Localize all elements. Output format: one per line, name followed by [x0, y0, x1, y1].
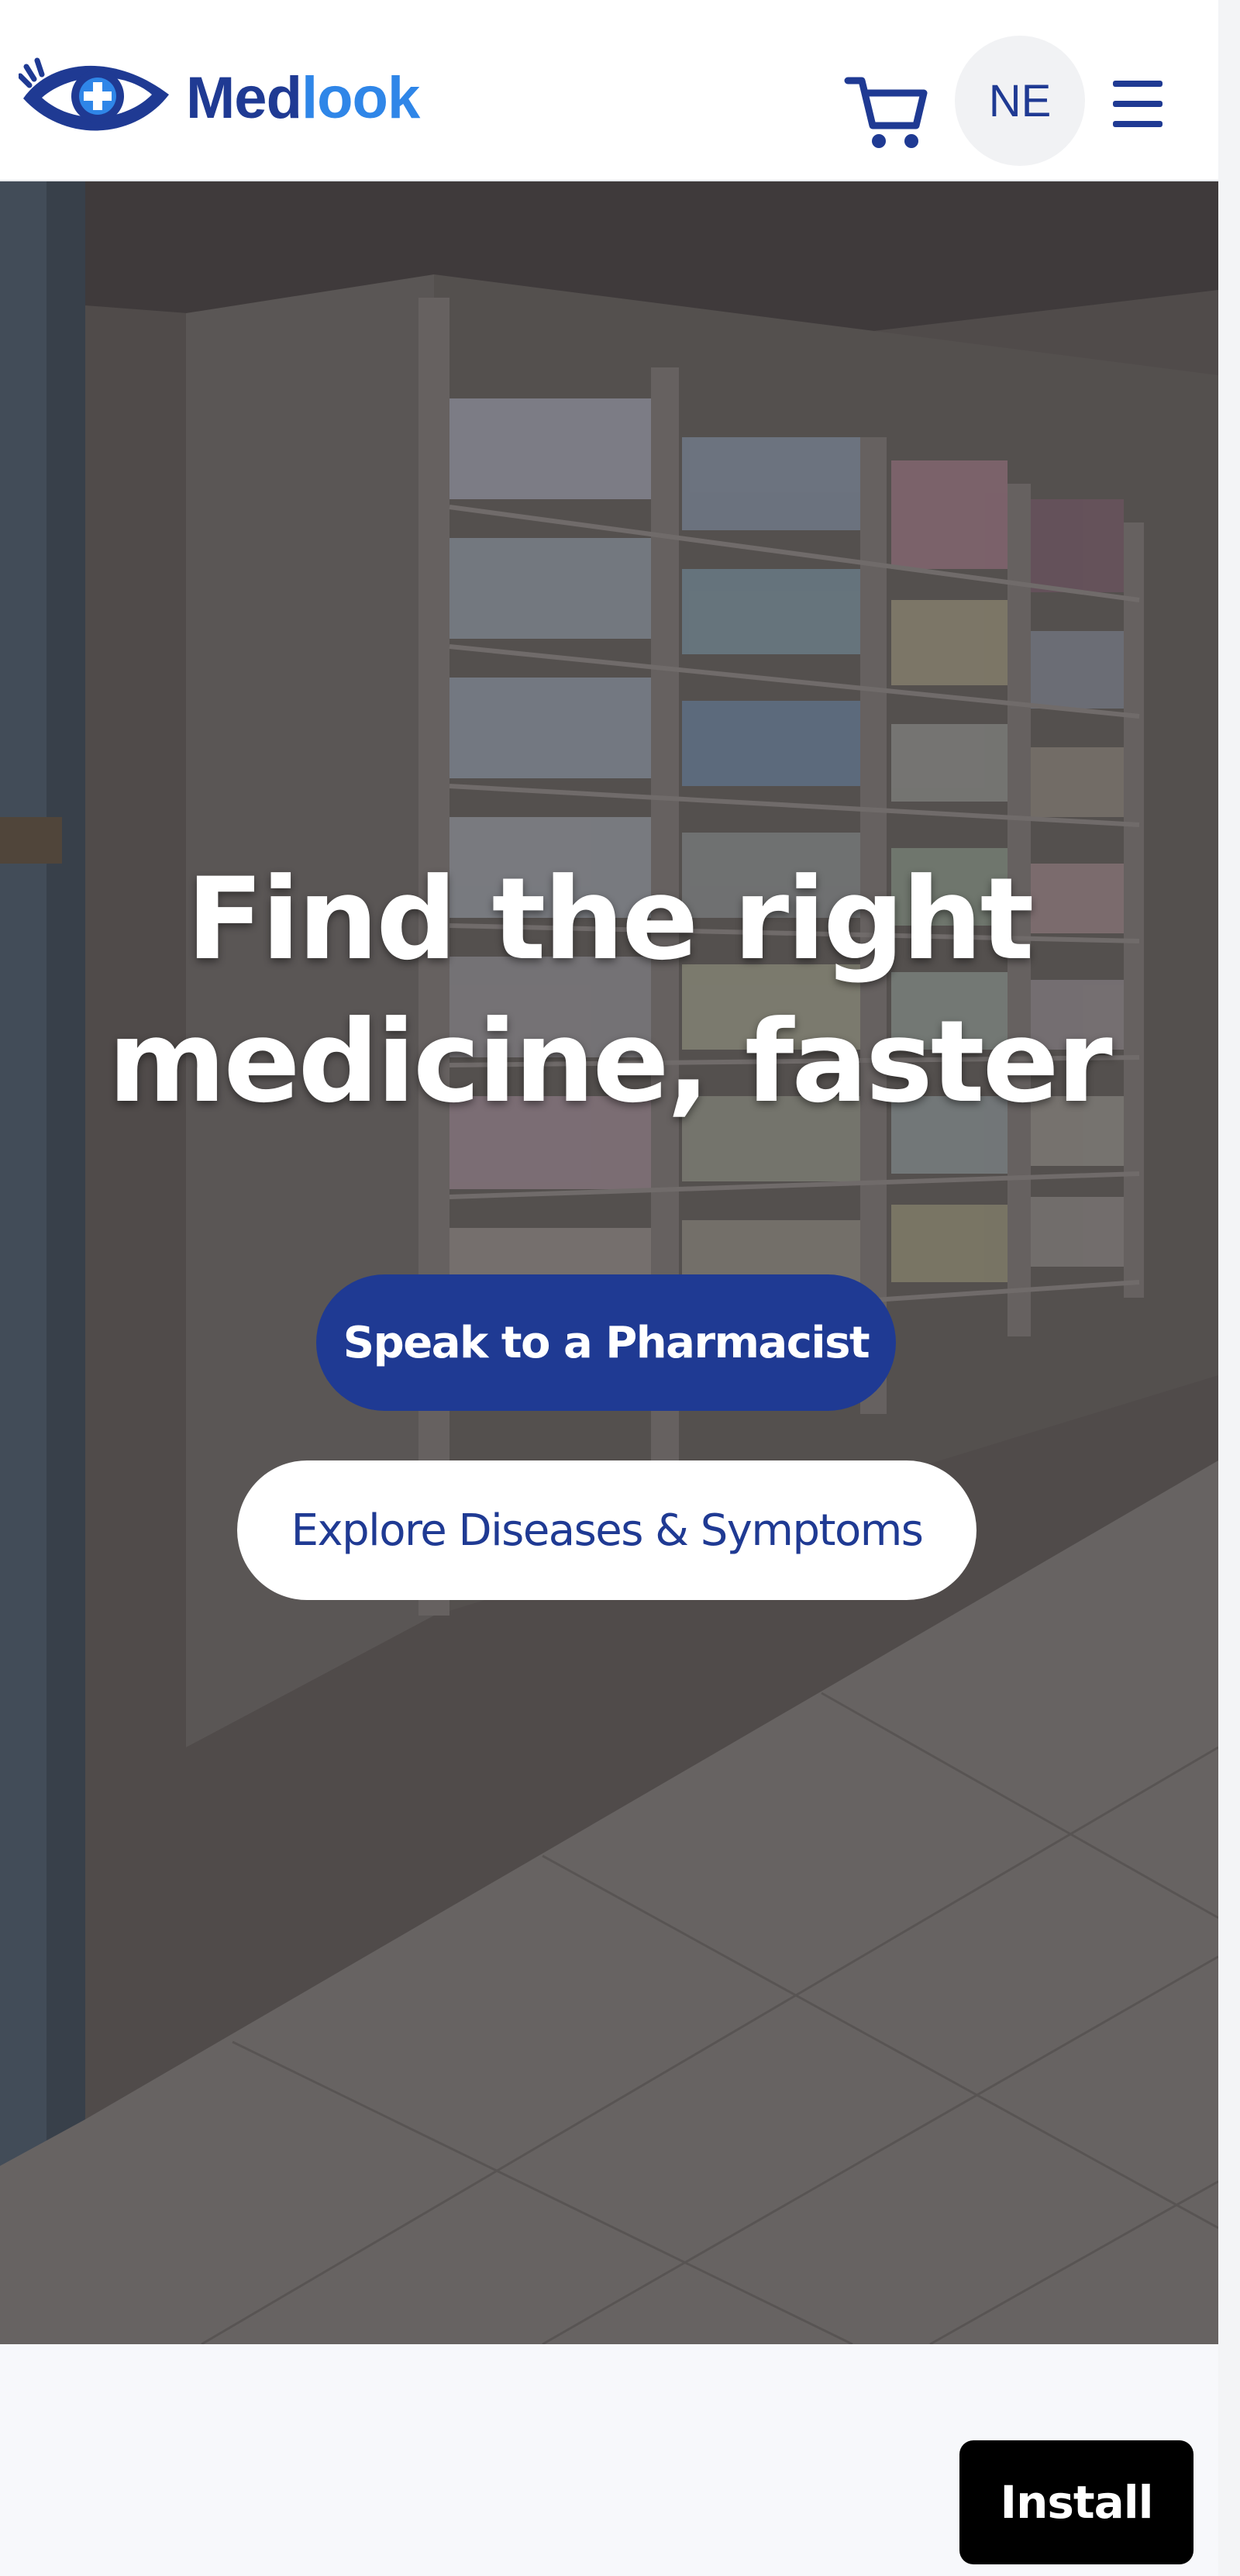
- scrollbar-track[interactable]: [1218, 0, 1240, 2576]
- logo-text-med: Med: [186, 65, 302, 131]
- cart-icon[interactable]: [843, 70, 930, 157]
- menu-bar: [1113, 101, 1162, 107]
- menu-bar: [1113, 121, 1162, 127]
- logo-text-look: look: [301, 65, 420, 131]
- eye-cross-logo-icon: [19, 57, 169, 131]
- hero-section: Find the right medicine, faster Speak to…: [0, 181, 1218, 2344]
- install-button[interactable]: Install: [959, 2440, 1194, 2564]
- logo-wordmark: Medlook: [186, 69, 420, 128]
- page: Medlook NE Find the right medicine, fast…: [0, 0, 1240, 2576]
- hero-dark-overlay: [0, 181, 1218, 2344]
- hero-title-line-1: Find the right: [186, 853, 1035, 985]
- user-avatar[interactable]: NE: [955, 36, 1085, 166]
- hero-title-line-2: medicine, faster: [108, 996, 1112, 1128]
- explore-diseases-button[interactable]: Explore Diseases & Symptoms: [237, 1460, 976, 1600]
- speak-to-pharmacist-button[interactable]: Speak to a Pharmacist: [316, 1274, 896, 1411]
- site-header: Medlook NE: [0, 0, 1218, 181]
- hero-title: Find the right medicine, faster: [0, 848, 1218, 1133]
- hamburger-menu-icon[interactable]: [1113, 81, 1162, 127]
- logo[interactable]: Medlook: [19, 48, 420, 149]
- menu-bar: [1113, 81, 1162, 87]
